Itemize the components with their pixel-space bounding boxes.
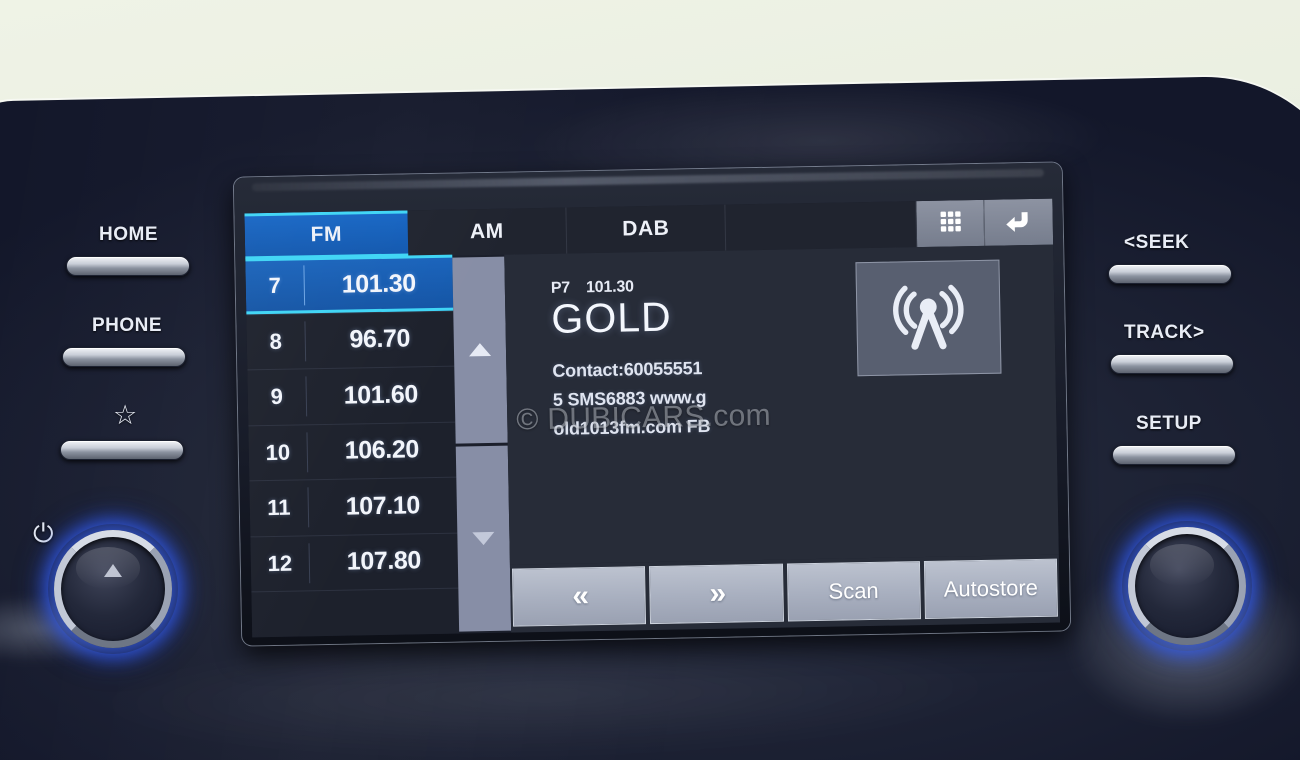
power-icon: ⏻ [33,518,54,548]
autostore-button[interactable]: Autostore [923,558,1058,620]
seek-hard-key[interactable] [1108,264,1232,284]
keypad-button[interactable] [916,199,986,248]
keypad-grid-icon [936,207,965,241]
volume-power-knob[interactable] [54,530,172,648]
preset-row[interactable]: 8 96.70 [246,311,455,371]
preset-scrollbar[interactable] [452,255,512,634]
preset-frequency: 107.10 [345,491,421,521]
volume-knob-marker [104,564,122,578]
scroll-up-icon [468,343,492,357]
scroll-down-button[interactable] [455,445,512,632]
tab-am[interactable]: AM [407,207,568,257]
preset-number: 11 [266,494,291,521]
back-button[interactable] [984,198,1054,246]
seek-down-button[interactable]: « [511,566,647,627]
infotainment-screen[interactable]: 12:05 PM FM AM DAB [244,198,1061,638]
home-key-label: HOME [99,224,158,245]
seek-key-label: <SEEK [1124,232,1190,253]
preset-row[interactable]: 10 106.20 [248,422,457,482]
preset-number: 10 [265,439,291,465]
scroll-down-icon [472,531,495,546]
tab-am-label: AM [469,219,504,244]
seek-up-button[interactable]: » [649,563,784,625]
preset-frequency: 106.20 [344,435,420,465]
station-logo [855,259,1002,377]
home-button[interactable] [244,198,323,214]
station-info-panel: P7 101.30 GOLD Contact:60055551 5 SMS688… [504,244,1059,565]
tune-knob-gloss [1149,544,1215,586]
preset-number: 12 [267,550,293,576]
seek-down-label: « [571,579,587,613]
preset-row[interactable]: 7 101.30 [245,255,454,315]
soft-key-row: « » Scan Autostore [509,554,1061,633]
preset-number: 8 [269,328,283,354]
preset-frequency: 107.80 [346,546,422,576]
scan-button[interactable]: Scan [786,561,921,622]
tab-fm-label: FM [310,222,343,247]
clock-ampm: PM [676,199,699,201]
track-hard-key[interactable] [1110,354,1234,374]
phone-hard-key[interactable] [62,347,186,367]
home-hard-key[interactable] [66,256,190,276]
tab-dab[interactable]: DAB [566,204,727,254]
phone-key-label: PHONE [92,315,163,336]
scroll-up-button[interactable] [452,256,508,444]
tab-spacer [725,201,918,251]
seek-up-label: » [709,576,724,610]
preset-frequency: 101.60 [343,380,419,410]
preset-frequency: 101.30 [341,269,417,299]
display-bezel: 12:05 PM FM AM DAB [233,162,1071,646]
preset-list[interactable]: 7 101.30 8 96.70 9 101.60 10 106.20 11 1… [245,255,460,638]
dashboard-lower-sheen [84,636,1238,760]
tab-fm[interactable]: FM [244,210,409,260]
clock-separator-left [584,198,587,200]
preset-number: 7 [268,273,282,299]
setup-key-label: SETUP [1136,413,1202,434]
star-favorite-icon: ☆ [113,400,138,430]
preset-row[interactable]: 12 107.80 [250,533,459,593]
preset-frequency: 96.70 [349,324,411,354]
tab-dab-label: DAB [622,216,670,241]
back-return-icon [1002,205,1035,239]
setup-hard-key[interactable] [1112,445,1236,465]
favorite-hard-key[interactable] [60,440,184,460]
clock-time: 12:05 [597,199,669,206]
preset-row[interactable]: 9 101.60 [247,366,456,426]
autostore-label: Autostore [943,574,1039,602]
radio-broadcast-tower-icon [886,275,972,362]
track-key-label: TRACK> [1124,322,1205,343]
preset-number: 9 [270,384,284,410]
tune-knob[interactable] [1128,527,1246,645]
preset-row[interactable]: 11 107.10 [249,477,458,537]
home-icon [268,198,298,209]
scan-label: Scan [828,577,879,604]
